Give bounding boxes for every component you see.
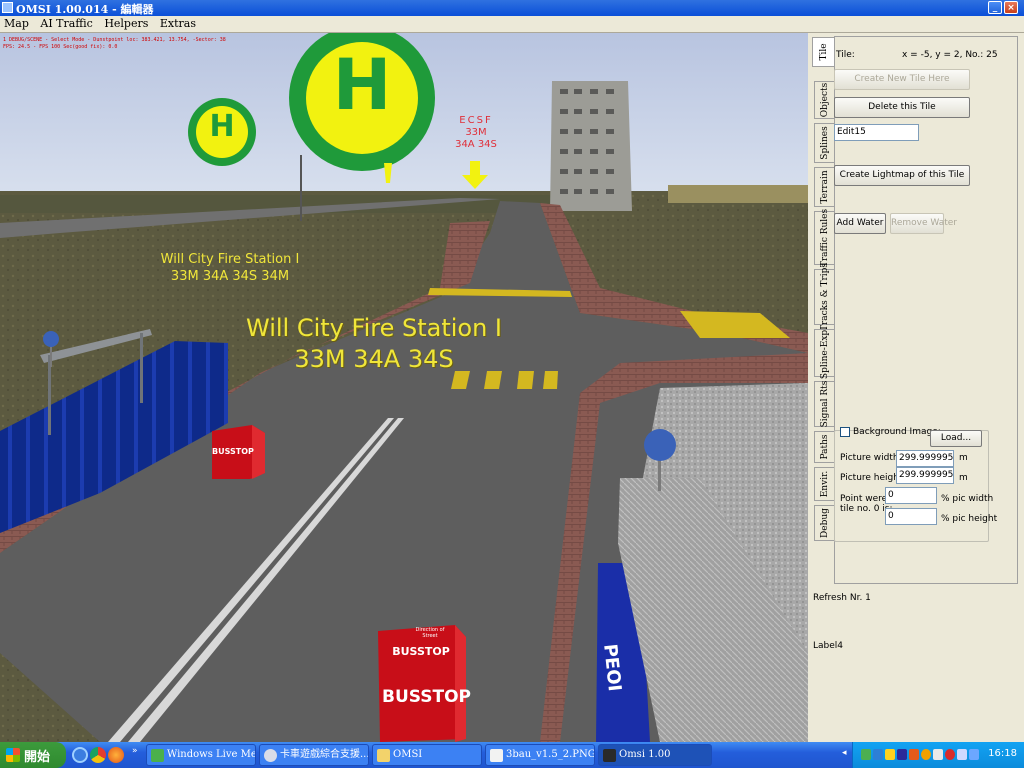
tab-terrain[interactable]: Terrain bbox=[814, 167, 834, 207]
near-stop-routes: 33M 34A 34S bbox=[294, 345, 454, 373]
task-omsi-app[interactable]: Omsi 1.00 bbox=[598, 744, 712, 766]
window-title-bar[interactable]: OMSI 1.00.014 - 編輯器 _ × bbox=[0, 0, 1024, 16]
tab-tracks-trips[interactable]: Tracks & Trips bbox=[814, 263, 834, 331]
far-stop-code: ECSF bbox=[459, 115, 493, 126]
busstop-cube-large-top: BUSSTOP bbox=[392, 645, 450, 658]
window-title: OMSI 1.00.014 - 編輯器 bbox=[16, 3, 154, 16]
tray-security-icon[interactable] bbox=[885, 749, 895, 760]
firefox-icon[interactable] bbox=[108, 747, 124, 763]
far-stop-line-1: 33M bbox=[465, 127, 487, 138]
create-new-tile-button[interactable]: Create New Tile Here bbox=[834, 69, 970, 90]
browser-icon bbox=[264, 749, 277, 762]
background-image-checkbox[interactable] bbox=[840, 427, 850, 437]
quicklaunch-more-icon[interactable]: » bbox=[132, 746, 138, 756]
paint-icon bbox=[490, 749, 503, 762]
busstop-cube-large-small-text: Direction of Street bbox=[415, 627, 445, 639]
scene-render bbox=[0, 33, 808, 742]
task-windows-live-messenger[interactable]: Windows Live Messen... bbox=[146, 744, 256, 766]
sign-h-large-letter: H bbox=[332, 44, 392, 126]
minimize-button[interactable]: _ bbox=[988, 1, 1002, 14]
background-image-label: Background Image: bbox=[853, 427, 941, 437]
tray-expand-icon[interactable]: ◂ bbox=[842, 748, 847, 758]
ie-icon[interactable] bbox=[72, 747, 88, 763]
tab-splines[interactable]: Splines bbox=[814, 123, 834, 163]
editor-3d-viewport[interactable]: 1 DEBUG/SCENE - Select Mode - Dunstpoint… bbox=[0, 33, 808, 742]
system-tray: 16:18 bbox=[852, 742, 1024, 768]
menu-ai-traffic[interactable]: AI Traffic bbox=[40, 16, 92, 32]
tray-app-icon[interactable] bbox=[909, 749, 919, 760]
vertical-tab-strip: Tile Objects Splines Terrain Traffic Rul… bbox=[812, 37, 834, 577]
far-stop-line-2: 34A 34S bbox=[455, 139, 497, 150]
menu-helpers[interactable]: Helpers bbox=[104, 16, 148, 32]
tray-update-icon[interactable] bbox=[921, 749, 931, 760]
busstop-cube-large-text: BUSSTOP bbox=[382, 687, 471, 707]
label4: Label4 bbox=[813, 641, 844, 651]
tray-bluetooth-icon[interactable] bbox=[873, 749, 883, 760]
menu-extras[interactable]: Extras bbox=[160, 16, 196, 32]
folder-icon bbox=[377, 749, 390, 762]
tray-ime-icon[interactable] bbox=[969, 749, 979, 760]
tab-paths[interactable]: Paths bbox=[814, 431, 834, 463]
mid-stop-name: Will City Fire Station I bbox=[160, 252, 300, 267]
far-stop-label: ECSF 33M 34A 34S bbox=[444, 115, 508, 151]
pct-width-label: % pic width bbox=[941, 494, 994, 504]
tab-objects[interactable]: Objects bbox=[814, 81, 834, 119]
tab-debug[interactable]: Debug bbox=[814, 505, 834, 541]
menu-map[interactable]: Map bbox=[4, 16, 29, 32]
refresh-label: Refresh Nr. 1 bbox=[813, 593, 871, 603]
taskbar: 開始 » Windows Live Messen... 卡車遊戲綜合支援... … bbox=[0, 742, 1024, 768]
near-stop-name: Will City Fire Station I bbox=[246, 314, 502, 342]
add-water-button[interactable]: Add Water bbox=[834, 213, 886, 234]
pct-height-label: % pic height bbox=[941, 514, 998, 524]
task-image-editor[interactable]: 3bau_v1.5_2.PNG - ... bbox=[485, 744, 595, 766]
picture-height-field[interactable]: 299.999995292 bbox=[896, 467, 954, 484]
debug-line-1: 1 DEBUG/SCENE - Select Mode - Dunstpoint… bbox=[3, 37, 226, 43]
remove-water-button[interactable]: Remove Water bbox=[890, 213, 957, 234]
task-truck-game-support[interactable]: 卡車遊戲綜合支援... bbox=[259, 744, 369, 766]
tab-envir[interactable]: Envir. bbox=[814, 467, 834, 501]
busstop-cube-small-text: BUSSTOP bbox=[212, 447, 254, 456]
mid-stop-label: Will City Fire Station I 33M 34A 34S 34M bbox=[150, 251, 310, 285]
tab-traffic-rules[interactable]: Traffic Rules bbox=[814, 209, 834, 267]
messenger-icon bbox=[151, 749, 164, 762]
delete-tile-button[interactable]: Delete this Tile bbox=[834, 97, 970, 118]
start-button[interactable]: 開始 bbox=[0, 742, 66, 768]
tray-network-icon[interactable] bbox=[861, 749, 871, 760]
create-lightmap-button[interactable]: Create Lightmap of this Tile bbox=[834, 165, 970, 186]
task-omsi-folder[interactable]: OMSI bbox=[372, 744, 482, 766]
tile-label: Tile: bbox=[836, 50, 855, 60]
chrome-icon[interactable] bbox=[90, 747, 106, 763]
picture-height-unit: m bbox=[959, 473, 968, 483]
near-stop-label: Will City Fire Station I 33M 34A 34S bbox=[224, 313, 524, 375]
point-x-field[interactable]: 0 bbox=[885, 487, 937, 504]
tab-spline-exp[interactable]: Spline-Exp. bbox=[814, 327, 834, 379]
app-icon bbox=[2, 2, 13, 13]
tile-info: x = -5, y = 2, No.: 25 bbox=[902, 50, 998, 60]
omsi-icon bbox=[603, 749, 616, 762]
windows-logo-icon bbox=[6, 748, 20, 762]
sign-h-small-letter: H bbox=[209, 109, 235, 144]
tray-antivirus-icon[interactable] bbox=[945, 749, 955, 760]
tray-volume-icon[interactable] bbox=[933, 749, 943, 760]
clock[interactable]: 16:18 bbox=[988, 748, 1017, 759]
load-background-button[interactable]: Load... bbox=[930, 430, 982, 447]
tab-signal-rts[interactable]: Signal Rts bbox=[814, 381, 834, 427]
picture-width-label: Picture width: bbox=[840, 453, 902, 463]
edit15-field[interactable]: Edit15 bbox=[834, 124, 919, 141]
point-were-label: Point were bbox=[840, 494, 888, 504]
mid-stop-routes: 33M 34A 34S 34M bbox=[170, 269, 290, 284]
tab-tile[interactable]: Tile bbox=[812, 37, 834, 67]
tray-media-icon[interactable] bbox=[897, 749, 907, 760]
debug-line-2: FPS: 24.5 - FPS 100 Sec(good fix): 0.0 bbox=[3, 44, 118, 50]
close-button[interactable]: × bbox=[1004, 1, 1018, 14]
picture-width-field[interactable]: 299.999995292 bbox=[896, 450, 954, 467]
tray-display-icon[interactable] bbox=[957, 749, 967, 760]
point-y-field[interactable]: 0 bbox=[885, 508, 937, 525]
picture-width-unit: m bbox=[959, 453, 968, 463]
menu-bar: Map AI Traffic Helpers Extras bbox=[0, 16, 1024, 33]
